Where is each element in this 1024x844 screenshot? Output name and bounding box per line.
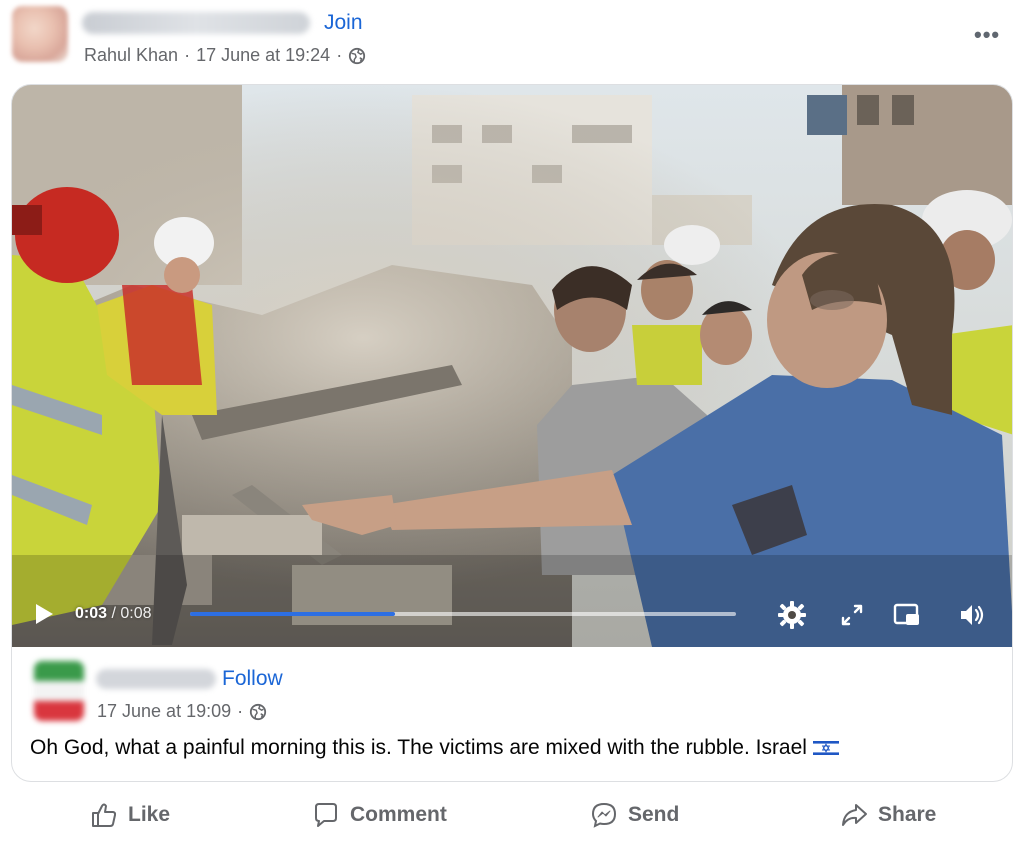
send-button[interactable]: Send: [590, 798, 679, 832]
progress-track[interactable]: [190, 612, 736, 616]
like-label: Like: [128, 803, 171, 826]
gear-icon[interactable]: [777, 600, 807, 630]
comment-button[interactable]: Comment: [312, 798, 447, 832]
meta-separator: ·: [336, 45, 343, 65]
volume-icon[interactable]: [957, 600, 987, 630]
play-icon[interactable]: [34, 603, 54, 625]
share-label: Share: [878, 803, 937, 826]
comment-label: Comment: [350, 803, 447, 826]
author-name[interactable]: Rahul Khan: [84, 45, 178, 66]
globe-icon: [349, 47, 366, 64]
shared-author-avatar[interactable]: [34, 661, 84, 721]
meta-separator: ·: [184, 45, 191, 65]
join-button[interactable]: Join: [324, 11, 363, 35]
send-label: Send: [628, 803, 680, 826]
comment-icon: [315, 803, 337, 827]
group-name-redacted[interactable]: [82, 12, 310, 34]
share-icon: [842, 804, 867, 826]
like-button[interactable]: Like: [90, 798, 170, 832]
post-timestamp[interactable]: 17 June at 19:24: [196, 45, 330, 66]
post-body: Oh God, what a painful morning this is. …: [30, 736, 807, 759]
more-options-button[interactable]: •••: [974, 22, 1000, 48]
meta-separator: ·: [237, 701, 244, 721]
thumbs-up-icon: [92, 803, 117, 827]
shared-post-text: Oh God, what a painful morning this is. …: [30, 736, 839, 760]
follow-button[interactable]: Follow: [222, 667, 283, 691]
current-time: 0:03: [75, 605, 108, 622]
post-header: Join Rahul Khan · 17 June at 19:24 · •••: [0, 0, 1024, 80]
post-meta: Rahul Khan · 17 June at 19:24 ·: [84, 45, 366, 66]
picture-in-picture-icon[interactable]: [892, 600, 922, 630]
time-separator: /: [111, 605, 116, 622]
expand-icon[interactable]: [837, 600, 867, 630]
video-time: 0:03 / 0:08: [75, 605, 152, 623]
share-button[interactable]: Share: [840, 798, 936, 832]
duration: 0:08: [120, 605, 152, 622]
globe-icon: [250, 703, 267, 720]
shared-post-meta: 17 June at 19:09 ·: [97, 701, 267, 722]
shared-post-timestamp[interactable]: 17 June at 19:09: [97, 701, 231, 722]
progress-fill: [190, 612, 395, 616]
shared-post-info: Follow 17 June at 19:09 · Oh God, what a…: [12, 647, 1012, 781]
post-actions: Like Comment Send Share: [0, 790, 1024, 840]
video-controls: 0:03 / 0:08: [12, 590, 1012, 640]
israel-flag-icon: [812, 739, 839, 757]
messenger-icon: [591, 802, 617, 828]
shared-author-name-redacted[interactable]: [96, 669, 216, 689]
group-avatar[interactable]: [12, 6, 68, 62]
video-player[interactable]: 0:03 / 0:08: [12, 85, 1012, 647]
shared-post-card[interactable]: 0:03 / 0:08 Follow 17 June at 19:09 · Oh…: [11, 84, 1013, 782]
video-frame: [12, 85, 1012, 647]
